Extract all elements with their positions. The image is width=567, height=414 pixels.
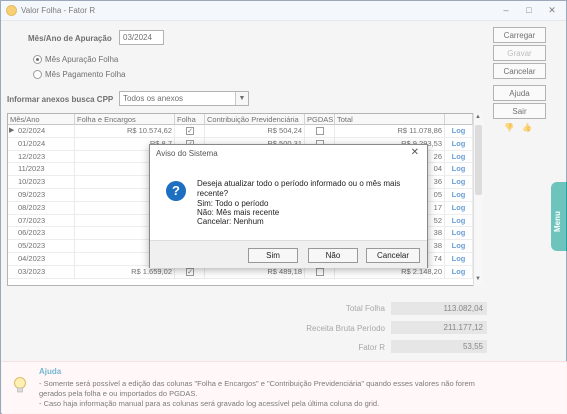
main-window: Valor Folha - Fator R – □ ✕ Mês/Ano de A… (0, 0, 567, 414)
nao-button[interactable]: Não (308, 248, 358, 263)
dialog-line-4: Não: Mês mais recente (197, 208, 280, 217)
dialog-title: Aviso do Sistema (156, 149, 218, 158)
dialog-footer: Sim Não Cancelar (150, 240, 427, 268)
question-icon: ? (166, 181, 186, 201)
dialog-cancelar-button[interactable]: Cancelar (366, 248, 420, 263)
dialog-close-icon[interactable]: ✕ (411, 147, 419, 158)
dialog-line-1: Deseja atualizar todo o período informad… (197, 179, 401, 188)
dialog-line-2: recente? (197, 189, 229, 198)
aviso-dialog: Aviso do Sistema ✕ ? Deseja atualizar to… (149, 144, 428, 268)
dialog-line-3: Sim: Todo o período (197, 199, 269, 208)
sim-button[interactable]: Sim (248, 248, 298, 263)
dialog-line-5: Cancelar: Nenhum (197, 217, 264, 226)
